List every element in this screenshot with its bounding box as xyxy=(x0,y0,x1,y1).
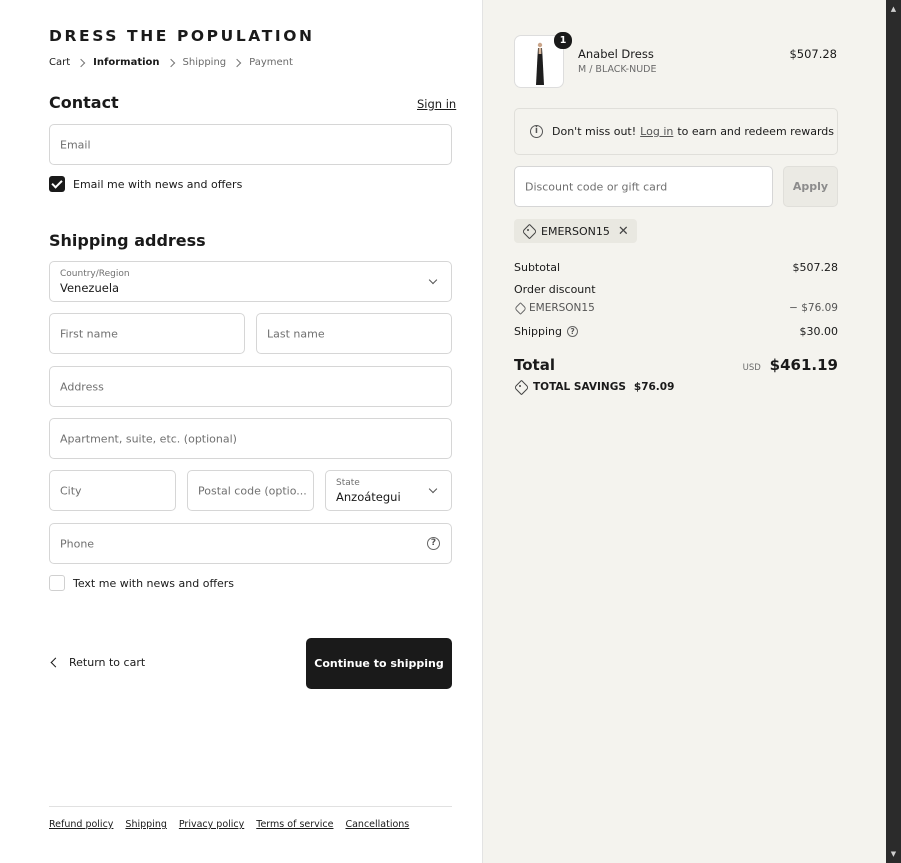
total-label: Total xyxy=(514,356,555,374)
terms-of-service-link[interactable]: Terms of service xyxy=(256,819,333,830)
sms-news-label: Text me with news and offers xyxy=(73,576,235,590)
sign-in-link[interactable]: Sign in xyxy=(417,97,456,111)
sms-news-option[interactable]: Text me with news and offers xyxy=(49,575,234,591)
breadcrumb-payment: Payment xyxy=(249,57,293,68)
first-name-field[interactable]: First name xyxy=(49,313,245,354)
chevron-right-icon xyxy=(76,58,86,67)
postal-code-placeholder: Postal code (optio... xyxy=(198,484,307,497)
rewards-notice-suffix: to earn and redeem rewards xyxy=(677,125,834,138)
total-row: Total USD $461.19 xyxy=(514,356,838,374)
help-circle-icon[interactable]: ? xyxy=(567,326,578,337)
last-name-field[interactable]: Last name xyxy=(256,313,452,354)
phone-placeholder: Phone xyxy=(60,537,95,550)
sms-news-checkbox[interactable] xyxy=(49,575,65,591)
product-variant: M / BLACK-NUDE xyxy=(578,64,657,75)
shipping-row: Shipping ? $30.00 xyxy=(514,325,838,338)
discount-code-label: EMERSON15 xyxy=(529,302,595,314)
apartment-placeholder: Apartment, suite, etc. (optional) xyxy=(60,432,237,445)
total-savings: TOTAL SAVINGS $76.09 xyxy=(514,381,674,393)
remove-discount-icon[interactable]: ✕ xyxy=(618,224,629,239)
email-field[interactable]: Email xyxy=(49,124,452,165)
log-in-link[interactable]: Log in xyxy=(640,125,673,138)
state-select[interactable]: State Anzoátegui xyxy=(325,470,452,511)
chevron-down-icon xyxy=(428,275,438,285)
email-news-checkbox[interactable] xyxy=(49,176,65,192)
city-placeholder: City xyxy=(60,484,82,497)
breadcrumb-information: Information xyxy=(93,57,160,68)
cancellations-link[interactable]: Cancellations xyxy=(345,819,409,830)
country-value: Venezuela xyxy=(60,281,120,295)
rewards-notice: i Don't miss out! Log in to earn and red… xyxy=(514,108,838,155)
discount-code-placeholder: Discount code or gift card xyxy=(525,180,668,193)
chevron-right-icon xyxy=(166,58,175,67)
discount-amount: − $76.09 xyxy=(789,302,838,314)
brand-logo[interactable]: DRESS THE POPULATION xyxy=(49,27,315,45)
city-field[interactable]: City xyxy=(49,470,176,511)
state-value: Anzoátegui xyxy=(336,490,401,504)
dress-image xyxy=(536,42,544,85)
tag-icon xyxy=(514,304,525,313)
continue-to-shipping-button[interactable]: Continue to shipping xyxy=(306,638,452,689)
first-name-placeholder: First name xyxy=(60,327,118,340)
subtotal-row: Subtotal $507.28 xyxy=(514,261,838,274)
email-news-option[interactable]: Email me with news and offers xyxy=(49,176,242,192)
total-value: $461.19 xyxy=(769,356,838,374)
breadcrumb-shipping: Shipping xyxy=(182,57,227,68)
scroll-down-icon[interactable]: ▼ xyxy=(886,847,901,861)
order-discount-row: Order discount xyxy=(514,283,838,296)
phone-field[interactable]: Phone ? xyxy=(49,523,452,564)
product-price: $507.28 xyxy=(789,47,837,61)
refund-policy-link[interactable]: Refund policy xyxy=(49,819,113,830)
return-to-cart-label: Return to cart xyxy=(69,656,146,669)
chevron-left-icon xyxy=(50,657,61,668)
currency-code: USD xyxy=(742,363,761,373)
address-placeholder: Address xyxy=(60,380,104,393)
shipping-label: Shipping xyxy=(514,325,562,338)
scroll-up-icon[interactable]: ▲ xyxy=(886,2,901,16)
last-name-placeholder: Last name xyxy=(267,327,325,340)
applied-discount-code: EMERSON15 xyxy=(541,224,610,238)
contact-heading: Contact xyxy=(49,93,119,112)
footer-divider xyxy=(49,806,452,807)
breadcrumb: Cart Information Shipping Payment xyxy=(49,57,293,68)
subtotal-value: $507.28 xyxy=(792,261,839,274)
order-summary-panel: 1 Anabel Dress M / BLACK-NUDE $507.28 i … xyxy=(482,0,886,863)
return-to-cart-link[interactable]: Return to cart xyxy=(49,656,145,669)
privacy-policy-link[interactable]: Privacy policy xyxy=(179,819,244,830)
apartment-field[interactable]: Apartment, suite, etc. (optional) xyxy=(49,418,452,459)
tag-icon xyxy=(522,226,535,236)
applied-discount-chip: EMERSON15 ✕ xyxy=(514,219,637,243)
address-field[interactable]: Address xyxy=(49,366,452,407)
info-icon: i xyxy=(530,125,543,138)
shipping-address-heading: Shipping address xyxy=(49,231,206,250)
product-name: Anabel Dress xyxy=(578,47,654,61)
shipping-value: $30.00 xyxy=(799,325,839,338)
tag-icon xyxy=(514,382,527,392)
chevron-down-icon xyxy=(428,484,438,494)
chevron-right-icon xyxy=(232,58,242,67)
state-label: State xyxy=(336,478,360,488)
email-news-label: Email me with news and offers xyxy=(73,177,243,191)
rewards-notice-text: Don't miss out! xyxy=(552,125,637,138)
quantity-badge: 1 xyxy=(554,32,572,49)
order-discount-label: Order discount xyxy=(514,283,596,296)
country-label: Country/Region xyxy=(60,269,130,279)
apply-discount-button[interactable]: Apply xyxy=(783,166,838,207)
shipping-policy-link[interactable]: Shipping xyxy=(125,819,166,830)
footer-links: Refund policy Shipping Privacy policy Te… xyxy=(49,819,409,830)
scrollbar[interactable]: ▲ ▼ xyxy=(886,0,901,863)
checkout-form-panel: DRESS THE POPULATION Cart Information Sh… xyxy=(0,0,482,863)
country-select[interactable]: Country/Region Venezuela xyxy=(49,261,452,302)
total-savings-value: $76.09 xyxy=(633,381,675,393)
discount-code-row: EMERSON15 − $76.09 xyxy=(514,302,838,314)
help-circle-icon[interactable]: ? xyxy=(427,537,440,550)
breadcrumb-cart[interactable]: Cart xyxy=(49,57,70,68)
discount-code-input[interactable]: Discount code or gift card xyxy=(514,166,773,207)
total-savings-label: TOTAL SAVINGS xyxy=(533,381,626,393)
subtotal-label: Subtotal xyxy=(514,261,561,274)
email-placeholder: Email xyxy=(60,138,91,151)
postal-code-field[interactable]: Postal code (optio... xyxy=(187,470,314,511)
